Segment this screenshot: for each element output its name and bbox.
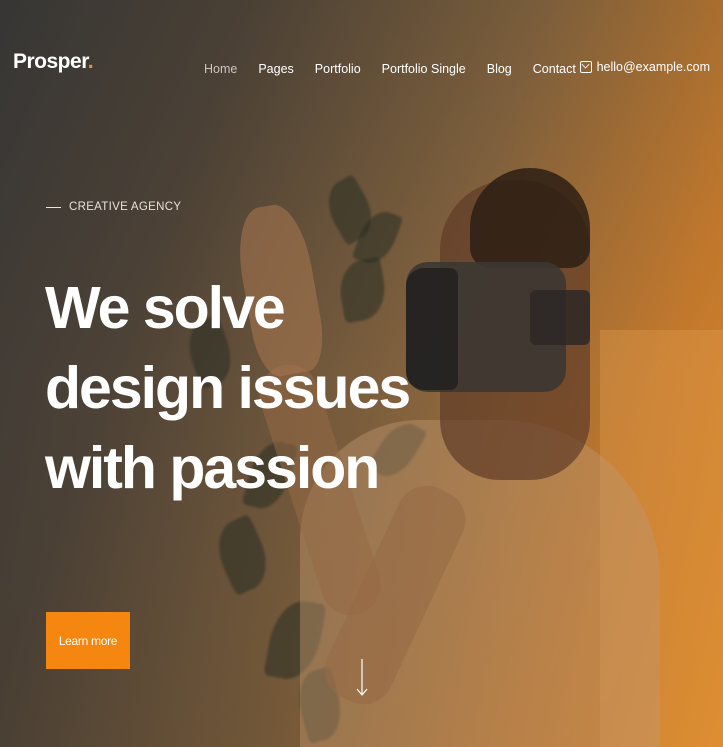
logo-text: Prosper xyxy=(13,50,88,73)
contact-email-text: hello@example.com xyxy=(596,60,710,74)
contact-email-link[interactable]: hello@example.com xyxy=(579,60,710,74)
hero-eyebrow: CREATIVE AGENCY xyxy=(46,201,181,213)
nav-item-contact[interactable]: Contact xyxy=(533,62,576,76)
hero-headline: We solve design issues with passion xyxy=(45,268,411,508)
eyebrow-text: CREATIVE AGENCY xyxy=(69,201,182,213)
background-vr-front xyxy=(406,268,458,390)
site-logo[interactable]: Prosper. xyxy=(13,50,94,74)
background-vr-strap xyxy=(530,290,590,345)
arrow-down-icon[interactable] xyxy=(356,659,368,697)
nav-item-portfolio-single[interactable]: Portfolio Single xyxy=(382,62,466,76)
background-plant-leaf xyxy=(207,513,278,597)
nav-item-home[interactable]: Home xyxy=(204,62,237,76)
nav-item-portfolio[interactable]: Portfolio xyxy=(315,62,361,76)
eyebrow-divider xyxy=(46,206,61,208)
headline-line-3: with passion xyxy=(45,435,380,501)
learn-more-button[interactable]: Learn more xyxy=(46,612,130,669)
headline-line-2: design issues xyxy=(45,355,411,421)
logo-dot: . xyxy=(87,50,94,73)
headline-line-1: We solve xyxy=(45,275,286,341)
nav-item-blog[interactable]: Blog xyxy=(487,62,512,76)
main-nav: Home Pages Portfolio Portfolio Single Bl… xyxy=(204,62,597,76)
mail-icon xyxy=(579,61,592,73)
nav-item-pages[interactable]: Pages xyxy=(258,62,293,76)
